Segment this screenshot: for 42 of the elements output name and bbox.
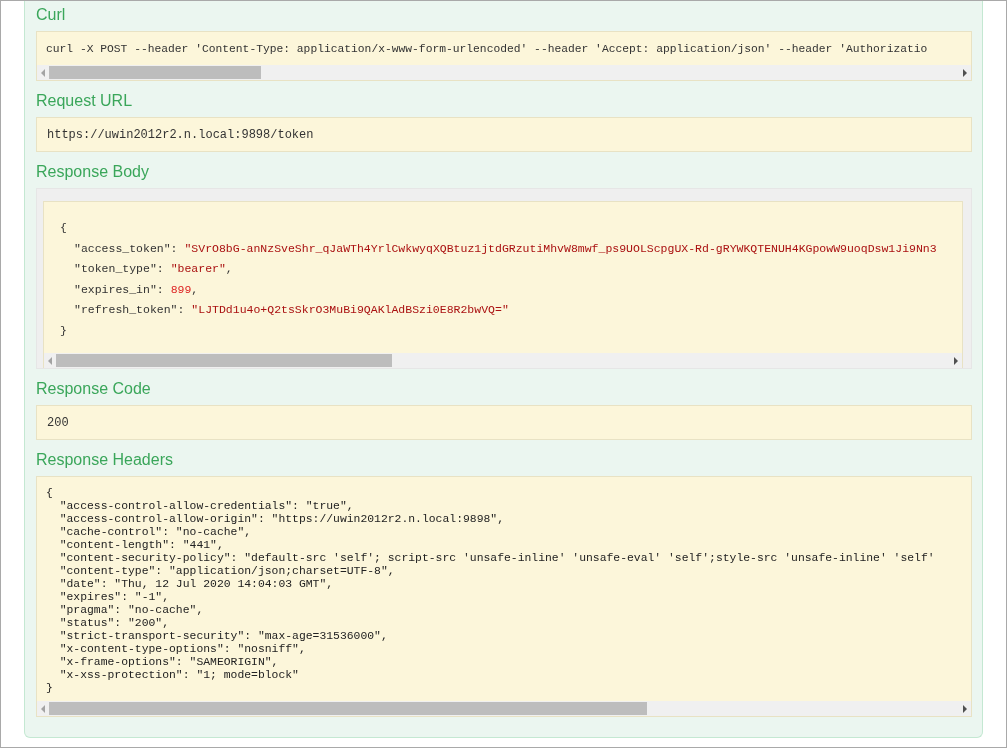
response-code: 200	[46, 415, 70, 432]
scrollbar-thumb[interactable]	[49, 66, 261, 79]
json-line: "access_token": "SVrO8bG-anNzSveShr_qJaWTh4YrlCwkwyqXQBtuz1jtdGRzutiMhvW8mwf_ps9UOLScpgUX-Rd-gRYWKQTENUH4KGpowW9uoqDsw1Ji9Nn3	[73, 240, 938, 257]
request-url: https://uwin2012r2.n.local:9898/token	[46, 127, 315, 144]
scroll-right-icon[interactable]	[963, 68, 967, 77]
section-title: Request URL	[36, 91, 134, 111]
header-line: "x-content-type-options": "nosniff",	[58, 643, 307, 656]
scroll-left-icon[interactable]	[41, 704, 45, 713]
header-line: "content-length": "441",	[58, 539, 225, 552]
json-brace: }	[60, 322, 68, 339]
header-line: {	[46, 487, 54, 500]
horizontal-scrollbar[interactable]	[37, 701, 971, 716]
header-line: "access-control-allow-credentials": "true",	[58, 500, 355, 513]
scroll-left-icon[interactable]	[48, 356, 52, 365]
scroll-right-icon[interactable]	[963, 704, 967, 713]
scrollbar-thumb[interactable]	[56, 354, 392, 367]
json-brace: {	[60, 220, 68, 236]
horizontal-scrollbar[interactable]	[44, 353, 962, 368]
scrollbar-thumb[interactable]	[49, 702, 647, 715]
json-line: "expires_in": 899,	[73, 281, 200, 298]
header-line: "status": "200",	[58, 617, 171, 630]
json-line: "refresh_token": "LJTDd1u4o+Q2tsSkrO3MuBi9QAKlAdBSzi0E8R2bwVQ="	[73, 302, 510, 318]
header-line: "pragma": "no-cache",	[58, 604, 205, 617]
curl-command: curl -X POST --header 'Content-Type: application/x-www-form-urlencoded' --header 'Accept: application/json' --header 'Authorizatio	[45, 42, 929, 57]
header-line: "content-type": "application/json;charset=UTF-8",	[58, 565, 396, 578]
scroll-left-icon[interactable]	[41, 68, 45, 77]
header-line: }	[46, 682, 54, 695]
header-line: "x-xss-protection": "1; mode=block"	[58, 669, 300, 682]
section-title: Response Headers	[36, 450, 174, 470]
scroll-right-icon[interactable]	[954, 356, 958, 365]
header-line: "x-frame-options": "SAMEORIGIN",	[58, 656, 280, 669]
header-line: "expires": "-1",	[58, 591, 171, 604]
header-line: "cache-control": "no-cache",	[58, 526, 253, 539]
section-title: Response Body	[36, 162, 150, 182]
section-title: Response Code	[36, 379, 152, 399]
header-line: "date": "Thu, 12 Jul 2020 14:04:03 GMT",	[58, 578, 335, 591]
header-line: "strict-transport-security": "max-age=31536000",	[58, 630, 389, 643]
header-line: "access-control-allow-origin": "https://uwin2012r2.n.local:9898",	[58, 513, 505, 526]
header-line: "content-security-policy": "default-src 'self'; script-src 'unsafe-inline' 'unsafe-eval' 'self';style-src 'unsafe-inline' 'self'	[58, 552, 936, 565]
section-title: Curl	[36, 5, 67, 25]
json-line: "token_type": "bearer",	[73, 261, 234, 277]
horizontal-scrollbar[interactable]	[37, 65, 971, 80]
